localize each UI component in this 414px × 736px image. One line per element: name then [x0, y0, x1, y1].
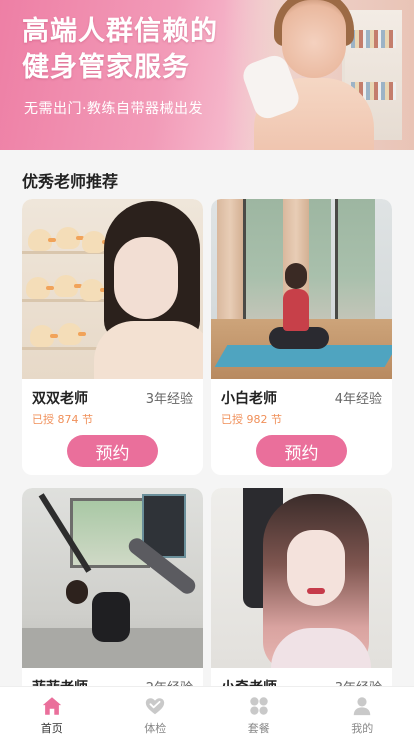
- teacher-name: 小白老师: [221, 391, 277, 407]
- book-button[interactable]: 预约: [256, 435, 347, 467]
- bottom-tab-bar: 首页 体检 套餐 我的: [0, 686, 414, 736]
- tab-mine[interactable]: 我的: [311, 687, 414, 736]
- teacher-photo: [211, 199, 392, 379]
- teacher-lips: [307, 588, 325, 594]
- banner-subtitle: 无需出门·教练自带器械出发: [24, 101, 203, 117]
- teacher-head: [285, 263, 307, 289]
- duck-toy: [28, 229, 56, 251]
- duck-toy: [80, 279, 108, 301]
- tab-label: 我的: [351, 722, 374, 735]
- teacher-face: [114, 237, 178, 319]
- duck-toy: [56, 227, 84, 249]
- teacher-body: [94, 321, 203, 379]
- duck-toy: [30, 325, 58, 347]
- curtain: [217, 199, 243, 329]
- home-icon: [42, 697, 61, 715]
- package-grid-icon: [250, 697, 268, 715]
- teacher-experience: 4年经验: [334, 392, 382, 407]
- window: [243, 199, 283, 329]
- duck-toy: [26, 277, 54, 299]
- banner-woman-face: [282, 0, 346, 78]
- teacher-lessons-taught: 已授 982 节: [221, 413, 282, 426]
- book-button[interactable]: 预约: [67, 435, 158, 467]
- teacher-photo: [211, 488, 392, 668]
- tab-label: 体检: [144, 722, 167, 735]
- teacher-head: [66, 580, 88, 604]
- teacher-body: [92, 592, 130, 642]
- duck-toy: [58, 323, 86, 345]
- tab-packages[interactable]: 套餐: [207, 687, 311, 736]
- tab-label: 套餐: [247, 722, 270, 735]
- person-icon: [354, 697, 371, 716]
- tab-home[interactable]: 首页: [0, 687, 104, 736]
- teacher-photo: [22, 488, 203, 668]
- banner-title-line1: 高端人群信赖的: [22, 16, 218, 47]
- teacher-body: [283, 289, 309, 331]
- promo-banner[interactable]: 高端人群信赖的 健身管家服务 无需出门·教练自带器械出发: [0, 0, 414, 150]
- teacher-name: 双双老师: [32, 391, 88, 407]
- teacher-card[interactable]: 菲菲老师 2年经验: [22, 488, 203, 708]
- window: [335, 199, 375, 329]
- section-title: 优秀老师推荐: [22, 172, 119, 191]
- tab-label: 首页: [40, 722, 63, 735]
- tab-checkup[interactable]: 体检: [104, 687, 208, 736]
- heart-check-icon: [146, 698, 165, 715]
- banner-title-line2: 健身管家服务: [22, 52, 190, 83]
- teacher-lessons-taught: 已授 874 节: [32, 413, 93, 426]
- teacher-card[interactable]: 双双老师 3年经验 已授 874 节 预约: [22, 199, 203, 475]
- duck-toy: [82, 231, 110, 253]
- teacher-card[interactable]: 小白老师 4年经验 已授 982 节 预约: [211, 199, 392, 475]
- banner-title: 高端人群信赖的 健身管家服务: [22, 14, 218, 86]
- banner-photo: [224, 0, 414, 150]
- teacher-photo: [22, 199, 203, 379]
- app-screen: 高端人群信赖的 健身管家服务 无需出门·教练自带器械出发 优秀老师推荐 双双老师…: [0, 0, 414, 736]
- teacher-card[interactable]: 小奇老师 3年经验: [211, 488, 392, 708]
- teacher-face: [287, 530, 345, 606]
- teacher-experience: 3年经验: [145, 392, 193, 407]
- duck-toy: [54, 275, 82, 297]
